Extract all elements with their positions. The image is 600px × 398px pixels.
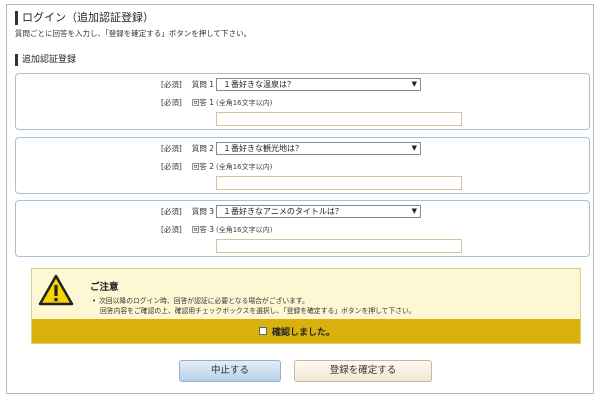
answer-number: 回答 2 [191,162,214,171]
answer-input-1[interactable] [216,112,462,126]
required-tag: [必須] [160,207,182,216]
notice-text: • 次回以降のログイン時、回答が認証に必要となる場合がございます。 [92,295,309,305]
chevron-down-icon: ▼ [411,144,417,152]
required-tag: [必須] [160,80,182,89]
question-number: 質問 1 [191,80,214,89]
required-tag: [必須] [160,162,182,171]
question-select-1[interactable]: １番好きな温泉は？ ▼ [216,78,421,91]
notice-title: ご注意 [90,282,119,293]
answer-number: 回答 3 [191,225,214,234]
confirm-checkbox[interactable] [259,327,267,335]
page-title: ログイン（追加認証登録） [15,11,154,25]
answer-label: [必須] 回答 1 [161,97,214,108]
question-label: [必須] 質問 1 [161,79,214,90]
chevron-down-icon: ▼ [411,80,417,88]
warning-triangle-icon [38,274,74,306]
section-title: 追加認証登録 [15,54,76,66]
answer-number: 回答 1 [191,98,214,107]
chevron-down-icon: ▼ [411,207,417,215]
select-value: １番好きなアニメのタイトルは？ [223,207,343,216]
select-value: １番好きな観光地は？ [223,144,303,153]
confirm-label[interactable]: 確認しました。 [272,325,335,338]
question-number: 質問 3 [191,207,214,216]
answer-label: [必須] 回答 2 [161,161,214,172]
question-panel-1: [必須] 質問 1 １番好きな温泉は？ ▼ [必須] 回答 1 (全角16文字以内) [15,73,590,130]
answer-input-2[interactable] [216,176,462,190]
submit-button[interactable]: 登録を確定する [294,360,432,382]
answer-input-3[interactable] [216,239,462,253]
question-panel-2: [必須] 質問 2 １番好きな観光地は？ ▼ [必須] 回答 2 (全角16文字以内) [15,137,590,194]
notice-line: 次回以降のログイン時、回答が認証に必要となる場合がございます。 [99,297,309,305]
required-tag: [必須] [160,225,182,234]
answer-hint: (全角16文字以内) [216,99,273,107]
page-instruction: 質問ごとに回答を入力し、「登録を確定する」ボタンを押して下さい。 [15,29,252,38]
confirm-bar: 確認しました。 [32,319,580,343]
answer-label: [必須] 回答 3 [161,224,214,235]
question-label: [必須] 質問 2 [161,143,214,154]
question-row: [必須] 質問 3 １番好きなアニメのタイトルは？ ▼ [16,205,589,219]
notice-line: 回答内容をご確認の上、確認用チェックボックスを選択し、「登録を確定する」ボタンを… [100,307,416,315]
question-row: [必須] 質問 2 １番好きな観光地は？ ▼ [16,142,589,156]
select-value: １番好きな温泉は？ [223,80,295,89]
bullet: • [92,297,97,305]
answer-row: [必須] 回答 2 (全角16文字以内) [16,160,589,174]
question-number: 質問 2 [191,144,214,153]
answer-row: [必須] 回答 3 (全角16文字以内) [16,223,589,237]
question-select-2[interactable]: １番好きな観光地は？ ▼ [216,142,421,155]
question-row: [必須] 質問 1 １番好きな温泉は？ ▼ [16,78,589,92]
required-tag: [必須] [160,144,182,153]
answer-row: [必須] 回答 1 (全角16文字以内) [16,96,589,110]
question-label: [必須] 質問 3 [161,206,214,217]
main-frame: ログイン（追加認証登録） 質問ごとに回答を入力し、「登録を確定する」ボタンを押し… [6,4,594,394]
answer-hint: (全角16文字以内) [216,226,273,234]
question-panel-3: [必須] 質問 3 １番好きなアニメのタイトルは？ ▼ [必須] 回答 3 (全角16… [15,200,590,257]
question-select-3[interactable]: １番好きなアニメのタイトルは？ ▼ [216,205,421,218]
cancel-button[interactable]: 中止する [179,360,281,382]
notice-box: ご注意 • 次回以降のログイン時、回答が認証に必要となる場合がございます。 回答内… [31,268,581,344]
required-tag: [必須] [160,98,182,107]
answer-hint: (全角16文字以内) [216,163,273,171]
